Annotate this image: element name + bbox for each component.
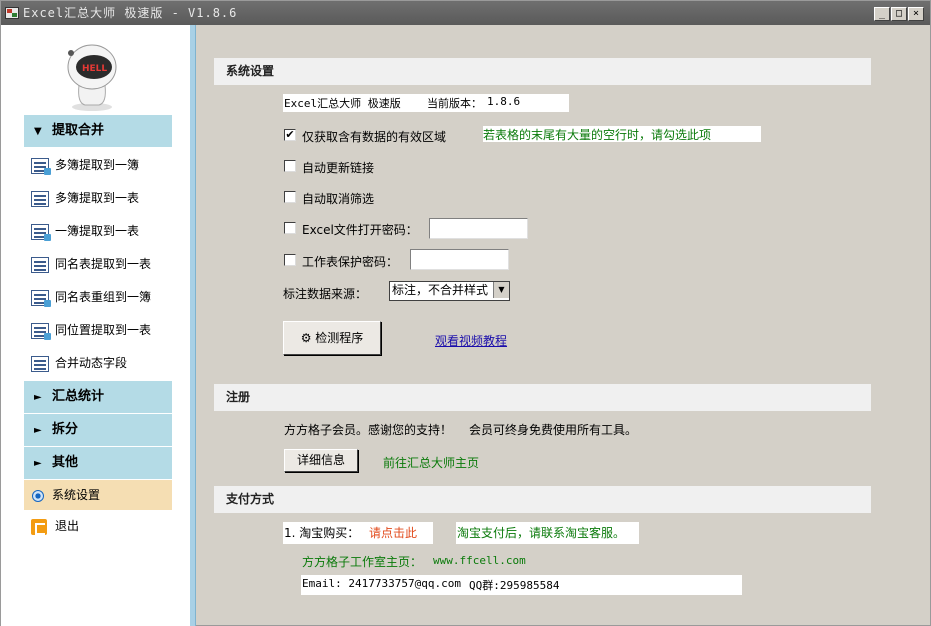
close-button[interactable]: × <box>908 7 924 21</box>
sidebar-divider <box>190 25 196 626</box>
fields-table-icon <box>31 355 49 372</box>
taobao-buy-link[interactable]: 请点击此 <box>369 524 417 541</box>
check-program-button[interactable]: ⚙ 检测程序 <box>283 321 381 355</box>
member-message: 方方格子会员。感谢您的支持！ <box>284 423 453 437</box>
minimize-button[interactable]: _ <box>874 7 890 21</box>
sidebar-item-one-book-to-sheet[interactable]: 一簿提取到一表 <box>31 220 181 242</box>
sidebar-item-multi-book-to-sheet[interactable]: 多簿提取到一表 <box>31 187 181 209</box>
sidebar-item-label: 退出 <box>55 519 80 533</box>
robot-mascot-logo: HELL <box>67 44 117 111</box>
workbook-icon <box>31 157 51 175</box>
regroup-icon <box>31 289 51 307</box>
valid-area-hint: 若表格的末尾有大量的空行时，请勾选此项 <box>483 128 712 142</box>
sidebar-item-same-name-to-sheet[interactable]: 同名表提取到一表 <box>31 253 181 275</box>
window-title: Excel汇总大师 极速版 - V1.8.6 <box>23 6 238 20</box>
payment-header: 支付方式 <box>214 486 871 513</box>
section-arrow-icon: ► <box>34 458 42 469</box>
sidebar-item-same-name-regroup[interactable]: 同名表重组到一簿 <box>31 286 181 308</box>
sheet-password-label: 工作表保护密码： <box>302 255 399 269</box>
sidebar-item-label: 同位置提取到一表 <box>55 323 152 337</box>
sidebar-item-multi-book-to-book[interactable]: 多簿提取到一簿 <box>31 154 181 176</box>
section-other[interactable]: ► 其他 <box>24 447 172 479</box>
sidebar-item-same-position-to-sheet[interactable]: 同位置提取到一表 <box>31 319 181 341</box>
title-bar: Excel汇总大师 极速版 - V1.8.6 _ □ × <box>1 1 930 25</box>
position-icon <box>31 322 51 340</box>
settings-radio-icon <box>32 489 44 502</box>
sidebar-item-exit[interactable]: 退出 <box>31 515 181 537</box>
check-program-label: 检测程序 <box>315 331 364 345</box>
details-button[interactable]: 详细信息 <box>284 449 358 472</box>
data-source-select[interactable]: 标注，不合并样式 ▼ <box>389 281 510 301</box>
register-header: 注册 <box>214 384 871 411</box>
watch-tutorial-link[interactable]: 观看视频教程 <box>435 332 507 349</box>
excel-app-icon <box>5 7 19 19</box>
sheet-password-input[interactable] <box>410 249 509 270</box>
svg-text:HELL: HELL <box>82 64 107 74</box>
section-extract-merge[interactable]: ▼ 提取合并 <box>24 115 172 147</box>
studio-homepage-label: 方方格子工作室主页： <box>302 555 423 569</box>
app-window: Excel汇总大师 极速版 - V1.8.6 _ □ × HELL ▼ 提取合并 … <box>0 0 931 626</box>
maximize-button[interactable]: □ <box>891 7 907 21</box>
sidebar-item-label: 多簿提取到一表 <box>55 191 140 205</box>
sidebar-item-label: 同名表提取到一表 <box>55 257 152 271</box>
homepage-link[interactable]: 前往汇总大师主页 <box>383 454 479 471</box>
section-arrow-icon: ► <box>34 392 42 403</box>
section-summary[interactable]: ► 汇总统计 <box>24 381 172 413</box>
auto-update-links-label: 自动更新链接 <box>302 161 375 175</box>
section-label: 提取合并 <box>52 123 105 138</box>
section-arrow-icon: ▼ <box>34 126 42 137</box>
app-name: Excel汇总大师 极速版 <box>284 97 401 110</box>
section-label: 其他 <box>52 455 79 470</box>
taobao-label: 1. 淘宝购买： <box>284 526 360 540</box>
valid-area-label: 仅获取含有数据的有效区域 <box>302 130 447 144</box>
studio-homepage-url[interactable]: www.ffcell.com <box>433 554 526 567</box>
data-source-value: 标注，不合并样式 <box>392 283 489 297</box>
sidebar-item-merge-dynamic-fields[interactable]: 合并动态字段 <box>31 352 181 374</box>
sidebar-item-system-settings[interactable]: 系统设置 <box>24 480 172 510</box>
sidebar-item-label: 多簿提取到一簿 <box>55 158 140 172</box>
auto-clear-filter-checkbox[interactable] <box>284 191 296 203</box>
contact-email: Email: 2417733757@qq.com <box>302 577 461 590</box>
version-value: 1.8.6 <box>487 95 521 108</box>
sidebar-item-label: 一簿提取到一表 <box>55 224 140 238</box>
valid-area-checkbox[interactable]: ✔ <box>284 129 296 141</box>
sheet-password-checkbox[interactable] <box>284 254 296 266</box>
contact-qq-group: QQ群:295985584 <box>469 579 560 592</box>
data-source-label: 标注数据来源： <box>283 287 368 301</box>
sidebar-item-label: 系统设置 <box>52 488 101 502</box>
auto-clear-filter-label: 自动取消筛选 <box>302 192 375 206</box>
section-split[interactable]: ► 拆分 <box>24 414 172 446</box>
excel-password-input[interactable] <box>429 218 528 239</box>
sidebar-item-label: 同名表重组到一簿 <box>55 290 152 304</box>
section-label: 拆分 <box>52 422 79 437</box>
sheet-icon <box>31 190 49 207</box>
excel-password-label: Excel文件打开密码： <box>302 223 418 237</box>
chevron-down-icon[interactable]: ▼ <box>493 282 509 298</box>
member-benefit: 会员可终身免费使用所有工具。 <box>469 423 638 437</box>
exit-icon <box>31 518 47 535</box>
sidebar-item-label: 合并动态字段 <box>55 356 128 370</box>
gear-icon: ⚙ <box>300 331 312 345</box>
excel-password-checkbox[interactable] <box>284 222 296 234</box>
section-arrow-icon: ► <box>34 425 42 436</box>
system-settings-header: 系统设置 <box>214 58 871 85</box>
sidebar: HELL ▼ 提取合并 多簿提取到一簿 多簿提取到一表 一簿提取到一表 同名表提取… <box>1 25 190 626</box>
section-label: 汇总统计 <box>52 389 105 404</box>
taobao-note: 淘宝支付后，请联系淘宝客服。 <box>457 526 626 540</box>
table-icon <box>31 256 49 273</box>
version-label: 当前版本： <box>427 97 482 110</box>
copy-sheet-icon <box>31 223 51 241</box>
auto-update-links-checkbox[interactable] <box>284 160 296 172</box>
